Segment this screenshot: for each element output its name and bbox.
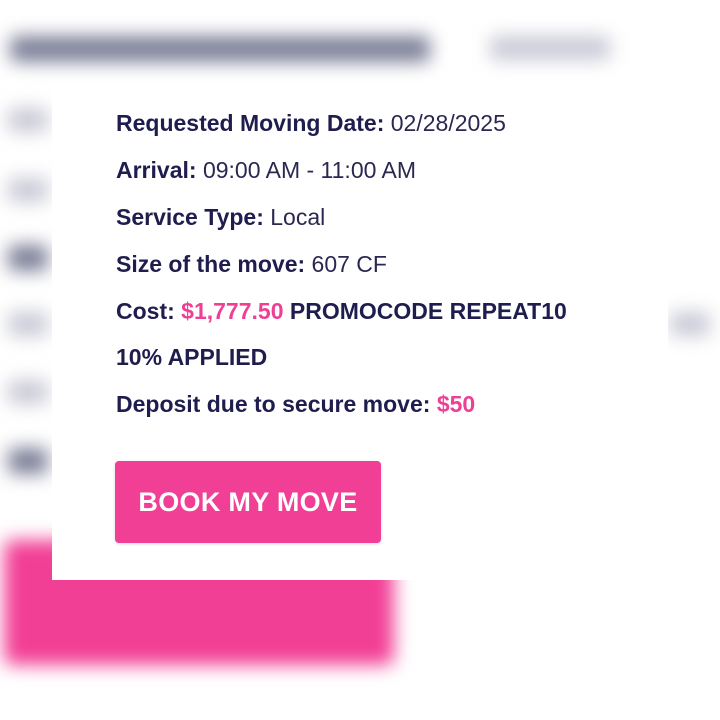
deposit-row: Deposit due to secure move: $50 [116,389,475,419]
requested-date-value: 02/28/2025 [390,110,506,136]
blurred-row [8,245,48,271]
blurred-header-bar [10,36,430,62]
arrival-label: Arrival: [116,157,197,183]
blurred-row-right [670,312,710,336]
blurred-row [8,380,48,404]
arrival-value: 09:00 AM - 11:00 AM [202,157,417,183]
deposit-value: $50 [436,391,476,417]
blurred-row [8,312,48,336]
move-size-row: Size of the move: 607 CF [116,249,387,279]
blurred-row [8,108,48,132]
promo-code-text: PROMOCODE REPEAT10 [289,298,567,324]
blurred-row [8,178,48,202]
blurred-row [8,448,48,474]
deposit-label: Deposit due to secure move: [116,391,431,417]
move-size-label: Size of the move: [116,251,306,277]
promo-applied-text: 10% APPLIED [116,344,268,370]
cost-row: Cost: $1,777.50 PROMOCODE REPEAT10 [116,296,567,326]
requested-date-label: Requested Moving Date: [116,110,385,136]
move-size-value: 607 CF [311,251,387,277]
cost-value: $1,777.50 [181,298,284,324]
requested-date-row: Requested Moving Date: 02/28/2025 [116,108,506,138]
booking-summary-card: Requested Moving Date: 02/28/2025 Arriva… [52,88,668,580]
arrival-row: Arrival: 09:00 AM - 11:00 AM [116,155,416,185]
book-my-move-button[interactable]: BOOK MY MOVE [115,461,381,543]
service-type-label: Service Type: [116,204,264,230]
service-type-row: Service Type: Local [116,202,325,232]
service-type-value: Local [270,204,326,230]
blurred-header-bar-right [490,36,610,60]
cost-label: Cost: [116,298,175,324]
promo-applied-row: 10% APPLIED [116,342,267,372]
